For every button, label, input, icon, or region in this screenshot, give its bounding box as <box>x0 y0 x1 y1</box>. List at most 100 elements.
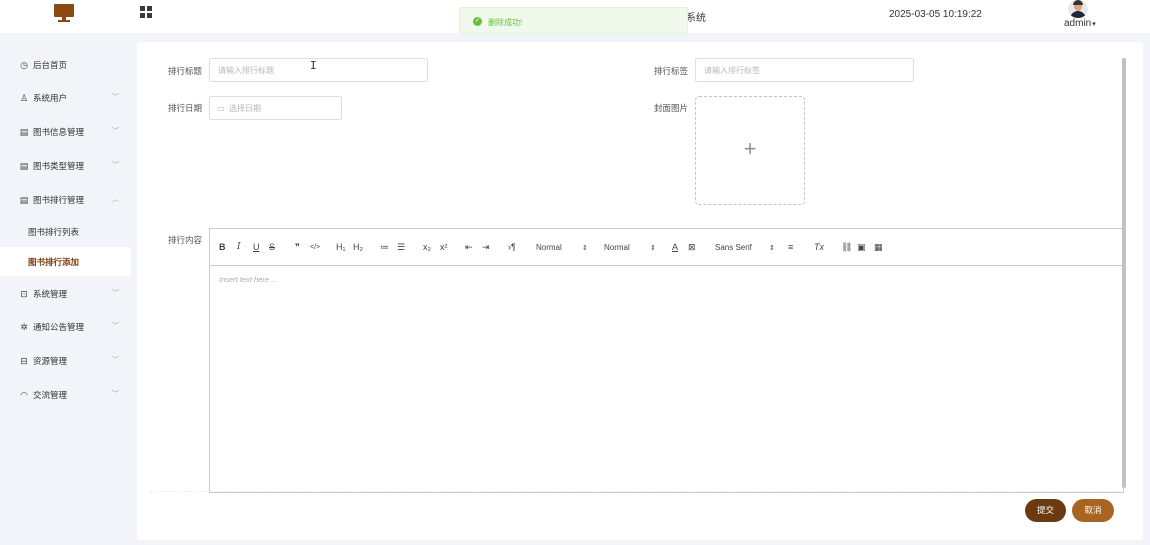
ordered-list-icon[interactable]: ≔ <box>380 242 389 253</box>
sidebar-subitem-label: 图书排行添加 <box>28 256 80 267</box>
title-placeholder: 请输入排行标题 <box>218 66 274 75</box>
user-dropdown[interactable]: admin▾ <box>1064 18 1096 29</box>
cancel-button[interactable]: 取消 <box>1072 499 1114 522</box>
sidebar-item-book-ranking[interactable]: ▤ 图书排行管理 ︿ <box>0 183 131 217</box>
monitor-logo-icon <box>54 4 74 24</box>
h2-button[interactable]: H₂ <box>353 242 363 253</box>
editor-placeholder[interactable]: Insert text here ... <box>219 275 277 284</box>
chevron-down-icon: ﹀ <box>112 391 119 398</box>
clock-icon: ◷ <box>20 60 28 70</box>
toast-message: 删除成功! <box>488 18 523 27</box>
sidebar-subitem-ranking-add[interactable]: 图书排行添加 <box>0 247 131 276</box>
clear-format-icon[interactable]: Tx <box>814 242 824 253</box>
sidebar-item-resources[interactable]: ⊟ 资源管理 ﹀ <box>0 344 131 378</box>
align-icon[interactable]: ≡ <box>788 242 793 253</box>
chevron-down-icon: ﹀ <box>112 290 119 297</box>
select-arrows-icon: ⇕ <box>650 245 656 252</box>
success-toast: ✓ 删除成功! <box>459 7 688 34</box>
chevron-up-icon: ︿ <box>112 196 119 203</box>
italic-button[interactable]: I <box>237 242 241 253</box>
plus-icon: + <box>743 136 757 161</box>
sidebar-item-label: 图书信息管理 <box>33 127 85 137</box>
bold-button[interactable]: B <box>219 242 226 253</box>
sidebar-item-label: 系统管理 <box>33 289 68 299</box>
sidebar-item-label: 图书排行管理 <box>33 195 85 205</box>
sidebar-item-label: 交流管理 <box>33 390 68 400</box>
select-arrows-icon: ⇕ <box>769 245 775 252</box>
sidebar-item-exchange[interactable]: ◠ 交流管理 ﹀ <box>0 378 131 412</box>
underline-button[interactable]: U <box>253 242 260 253</box>
font-color-icon[interactable]: A <box>672 242 678 253</box>
user-icon: ♙ <box>19 93 29 103</box>
strike-button[interactable]: S <box>269 242 275 253</box>
sidebar-item-notice[interactable]: ✲ 通知公告管理 ﹀ <box>0 310 131 344</box>
chevron-down-icon: ﹀ <box>112 323 119 330</box>
cover-label: 封面图片 <box>654 103 689 113</box>
check-circle-icon: ✓ <box>473 17 482 26</box>
content-label: 排行内容 <box>168 235 203 245</box>
subscript-button[interactable]: x₂ <box>423 242 431 253</box>
tag-input[interactable]: 请输入排行标签 <box>695 58 914 82</box>
text-direction-icon[interactable]: ›¶ <box>508 242 516 253</box>
book-icon: ▤ <box>19 161 29 171</box>
rich-text-editor: B I U S ❞ </> H₁ H₂ ≔ ☰ x₂ x² ⇤ ⇥ ›¶ Nor… <box>209 228 1124 493</box>
image-icon[interactable]: ▣ <box>857 242 866 253</box>
header-select[interactable]: Normal ⇕ <box>536 242 588 253</box>
list-icon: ▤ <box>19 195 29 205</box>
outdent-icon[interactable]: ⇤ <box>465 242 473 253</box>
sidebar-item-users[interactable]: ♙ 系统用户 ﹀ <box>0 81 131 115</box>
divider <box>149 491 1119 492</box>
editor-toolbar: B I U S ❞ </> H₁ H₂ ≔ ☰ x₂ x² ⇤ ⇥ ›¶ Nor… <box>210 229 1123 266</box>
cover-upload[interactable]: + <box>695 96 805 205</box>
superscript-button[interactable]: x² <box>440 242 448 253</box>
code-icon[interactable]: </> <box>310 242 320 253</box>
sidebar-item-book-info[interactable]: ▤ 图书信息管理 ﹀ <box>0 115 131 149</box>
select-arrows-icon: ⇕ <box>582 245 588 252</box>
system-title: 系统 <box>686 13 706 24</box>
bullet-list-icon[interactable]: ☰ <box>397 242 405 253</box>
chevron-down-icon: ﹀ <box>112 162 119 169</box>
box-icon: ⊟ <box>20 356 28 366</box>
background-color-icon[interactable]: ⊠ <box>688 242 696 253</box>
sidebar: ◷ 后台首页 ♙ 系统用户 ﹀ ▤ 图书信息管理 ﹀ ▤ 图书类型管理 ﹀ ▤ … <box>0 45 131 545</box>
date-label: 排行日期 <box>168 103 203 113</box>
header-select-value: Normal <box>536 243 562 252</box>
current-datetime: 2025-03-05 10:19:22 <box>889 9 982 20</box>
font-select-value: Sans Serif <box>715 243 752 252</box>
user-name-label: admin <box>1064 18 1092 29</box>
sidebar-item-book-type[interactable]: ▤ 图书类型管理 ﹀ <box>0 149 131 183</box>
scrollbar[interactable] <box>1122 58 1126 488</box>
quote-icon[interactable]: ❞ <box>295 242 300 253</box>
sidebar-item-system[interactable]: ⊡ 系统管理 ﹀ <box>0 277 131 311</box>
chevron-down-icon: ﹀ <box>112 357 119 364</box>
avatar[interactable] <box>1068 0 1088 18</box>
font-select[interactable]: Sans Serif ⇕ <box>715 242 775 253</box>
tag-label: 排行标签 <box>654 66 689 76</box>
title-input[interactable]: 请输入排行标题 <box>209 58 428 82</box>
headset-icon: ◠ <box>20 390 28 400</box>
title-label: 排行标题 <box>168 66 203 76</box>
calendar-icon: ▭ <box>217 104 225 113</box>
main-form-panel: 排行标题 请输入排行标题 排行标签 请输入排行标签 排行日期 ▭ 选择日期 封面… <box>137 42 1143 540</box>
book-icon: ▤ <box>19 127 29 137</box>
tag-placeholder: 请输入排行标签 <box>704 66 760 75</box>
submit-button[interactable]: 提交 <box>1025 499 1066 522</box>
size-select[interactable]: Normal ⇕ <box>604 242 656 253</box>
sidebar-item-label: 通知公告管理 <box>33 322 85 332</box>
bell-icon: ✲ <box>20 322 28 332</box>
size-select-value: Normal <box>604 243 630 252</box>
link-icon[interactable]: ⛓ <box>841 242 852 253</box>
sidebar-item-home[interactable]: ◷ 后台首页 <box>0 48 131 82</box>
sidebar-subitem-ranking-list[interactable]: 图书排行列表 <box>0 217 131 246</box>
text-cursor-icon: I <box>310 59 317 72</box>
chevron-down-icon: ▾ <box>1092 21 1096 28</box>
video-icon[interactable]: ▦ <box>874 242 883 253</box>
grid-menu-icon[interactable] <box>140 6 152 18</box>
sidebar-subitem-label: 图书排行列表 <box>28 226 80 237</box>
sidebar-item-label: 图书类型管理 <box>33 161 85 171</box>
chevron-down-icon: ﹀ <box>112 94 119 101</box>
date-picker[interactable]: ▭ 选择日期 <box>209 96 342 120</box>
date-placeholder: 选择日期 <box>229 104 261 113</box>
h1-button[interactable]: H₁ <box>336 242 346 253</box>
indent-icon[interactable]: ⇥ <box>482 242 490 253</box>
